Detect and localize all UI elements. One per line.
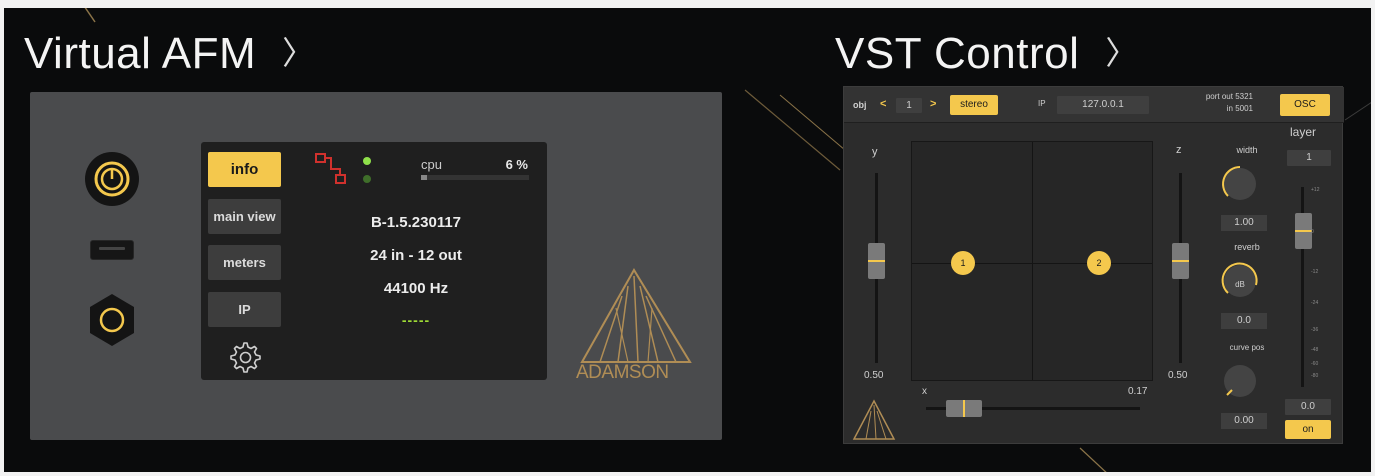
obj-prev-button[interactable]: < <box>880 98 886 110</box>
layer-meter-scale: +12 0 -12 -24 -36 -48 -60 -80 <box>1305 187 1327 387</box>
x-slider-thumb[interactable] <box>946 400 982 417</box>
vst-toolbar: obj < 1 > stereo IP 127.0.0.1 port out 5… <box>844 87 1344 123</box>
cpu-bar-fill <box>421 175 427 180</box>
width-knob[interactable] <box>1218 162 1262 206</box>
port-in-label: in 5001 <box>1226 104 1253 113</box>
meter-tick: 0 <box>1311 229 1314 235</box>
reverb-label: reverb <box>1234 242 1260 252</box>
ip-field[interactable]: 127.0.0.1 <box>1057 96 1149 114</box>
sample-rate: 44100 Hz <box>383 280 449 297</box>
cpu-label: cpu <box>421 157 442 172</box>
reverb-knob-unit: dB <box>1235 280 1245 289</box>
tab-ip[interactable]: IP <box>208 292 281 327</box>
layer-label: layer <box>1290 125 1317 139</box>
usb-port <box>90 240 134 260</box>
meter-tick: -60 <box>1311 361 1319 367</box>
layer-on-button[interactable]: on <box>1285 420 1331 439</box>
source-object-1[interactable]: 1 <box>951 251 975 275</box>
chevron-right-icon: 〉 <box>1105 35 1138 71</box>
source-object-2[interactable]: 2 <box>1087 251 1111 275</box>
network-icon <box>315 153 346 184</box>
adamson-small-logo-icon <box>852 399 896 440</box>
z-value: 0.50 <box>1168 370 1188 381</box>
tab-meters[interactable]: meters <box>208 245 281 280</box>
io-count: 24 in - 12 out <box>370 247 462 264</box>
meter-tick: -36 <box>1311 327 1319 333</box>
meter-tick: -48 <box>1311 347 1319 353</box>
power-icon <box>94 161 130 197</box>
layer-number[interactable]: 1 <box>1287 150 1331 166</box>
status-led-off <box>363 175 371 183</box>
status-dashes: ----- <box>401 312 431 328</box>
xy-crosshair-vertical <box>1032 142 1033 380</box>
xy-pad[interactable]: 1 2 <box>911 141 1153 381</box>
ip-label: IP <box>1038 99 1046 108</box>
cpu-value: 6 % <box>505 157 528 172</box>
status-led-on <box>363 157 371 165</box>
chevron-right-icon: 〉 <box>282 35 315 71</box>
meter-tick: +12 <box>1311 187 1320 193</box>
x-value: 0.17 <box>1128 386 1148 397</box>
obj-label: obj <box>853 100 867 110</box>
curve-pos-label: curve pos <box>1229 343 1265 352</box>
layer-gain-value[interactable]: 0.0 <box>1285 399 1331 415</box>
settings-gear-icon[interactable] <box>226 339 262 375</box>
port-out-label: port out 5321 <box>1205 92 1253 101</box>
meter-tick: -80 <box>1311 373 1319 379</box>
adamson-logo-text: ADAMSON <box>576 362 669 383</box>
tab-main-view[interactable]: main view <box>208 199 281 234</box>
vst-control-panel: obj < 1 > stereo IP 127.0.0.1 port out 5… <box>843 86 1344 444</box>
curve-pos-knob[interactable] <box>1218 359 1262 403</box>
stereo-button[interactable]: stereo <box>950 95 998 115</box>
power-button[interactable] <box>85 152 139 206</box>
virtual-afm-title: Virtual AFM <box>24 29 257 78</box>
vst-control-heading[interactable]: VST Control 〉 <box>835 28 1138 79</box>
x-axis-label: x <box>922 386 927 397</box>
cpu-bar <box>421 175 529 180</box>
meter-tick: -24 <box>1311 300 1319 306</box>
curve-pos-value[interactable]: 0.00 <box>1221 413 1267 429</box>
z-axis-label: z <box>1176 144 1182 156</box>
obj-number[interactable]: 1 <box>896 98 922 113</box>
vst-control-title: VST Control <box>835 29 1080 78</box>
y-value: 0.50 <box>864 370 884 381</box>
obj-next-button[interactable]: > <box>930 98 936 110</box>
width-value[interactable]: 1.00 <box>1221 215 1267 231</box>
virtual-afm-panel: info main view meters IP cpu 6 % B-1.5.2… <box>30 92 722 440</box>
virtual-afm-heading[interactable]: Virtual AFM 〉 <box>24 28 315 79</box>
width-label: width <box>1236 145 1258 155</box>
meter-tick: -12 <box>1311 269 1319 275</box>
afm-screen: info main view meters IP cpu 6 % B-1.5.2… <box>201 142 547 380</box>
firmware-version: B-1.5.230117 <box>370 214 462 231</box>
y-axis-label: y <box>872 146 878 158</box>
reverb-value[interactable]: 0.0 <box>1221 313 1267 329</box>
hex-button[interactable] <box>84 292 140 348</box>
z-slider-thumb[interactable] <box>1172 243 1189 279</box>
y-slider-thumb[interactable] <box>868 243 885 279</box>
tab-info[interactable]: info <box>208 152 281 187</box>
osc-button[interactable]: OSC <box>1280 94 1330 116</box>
